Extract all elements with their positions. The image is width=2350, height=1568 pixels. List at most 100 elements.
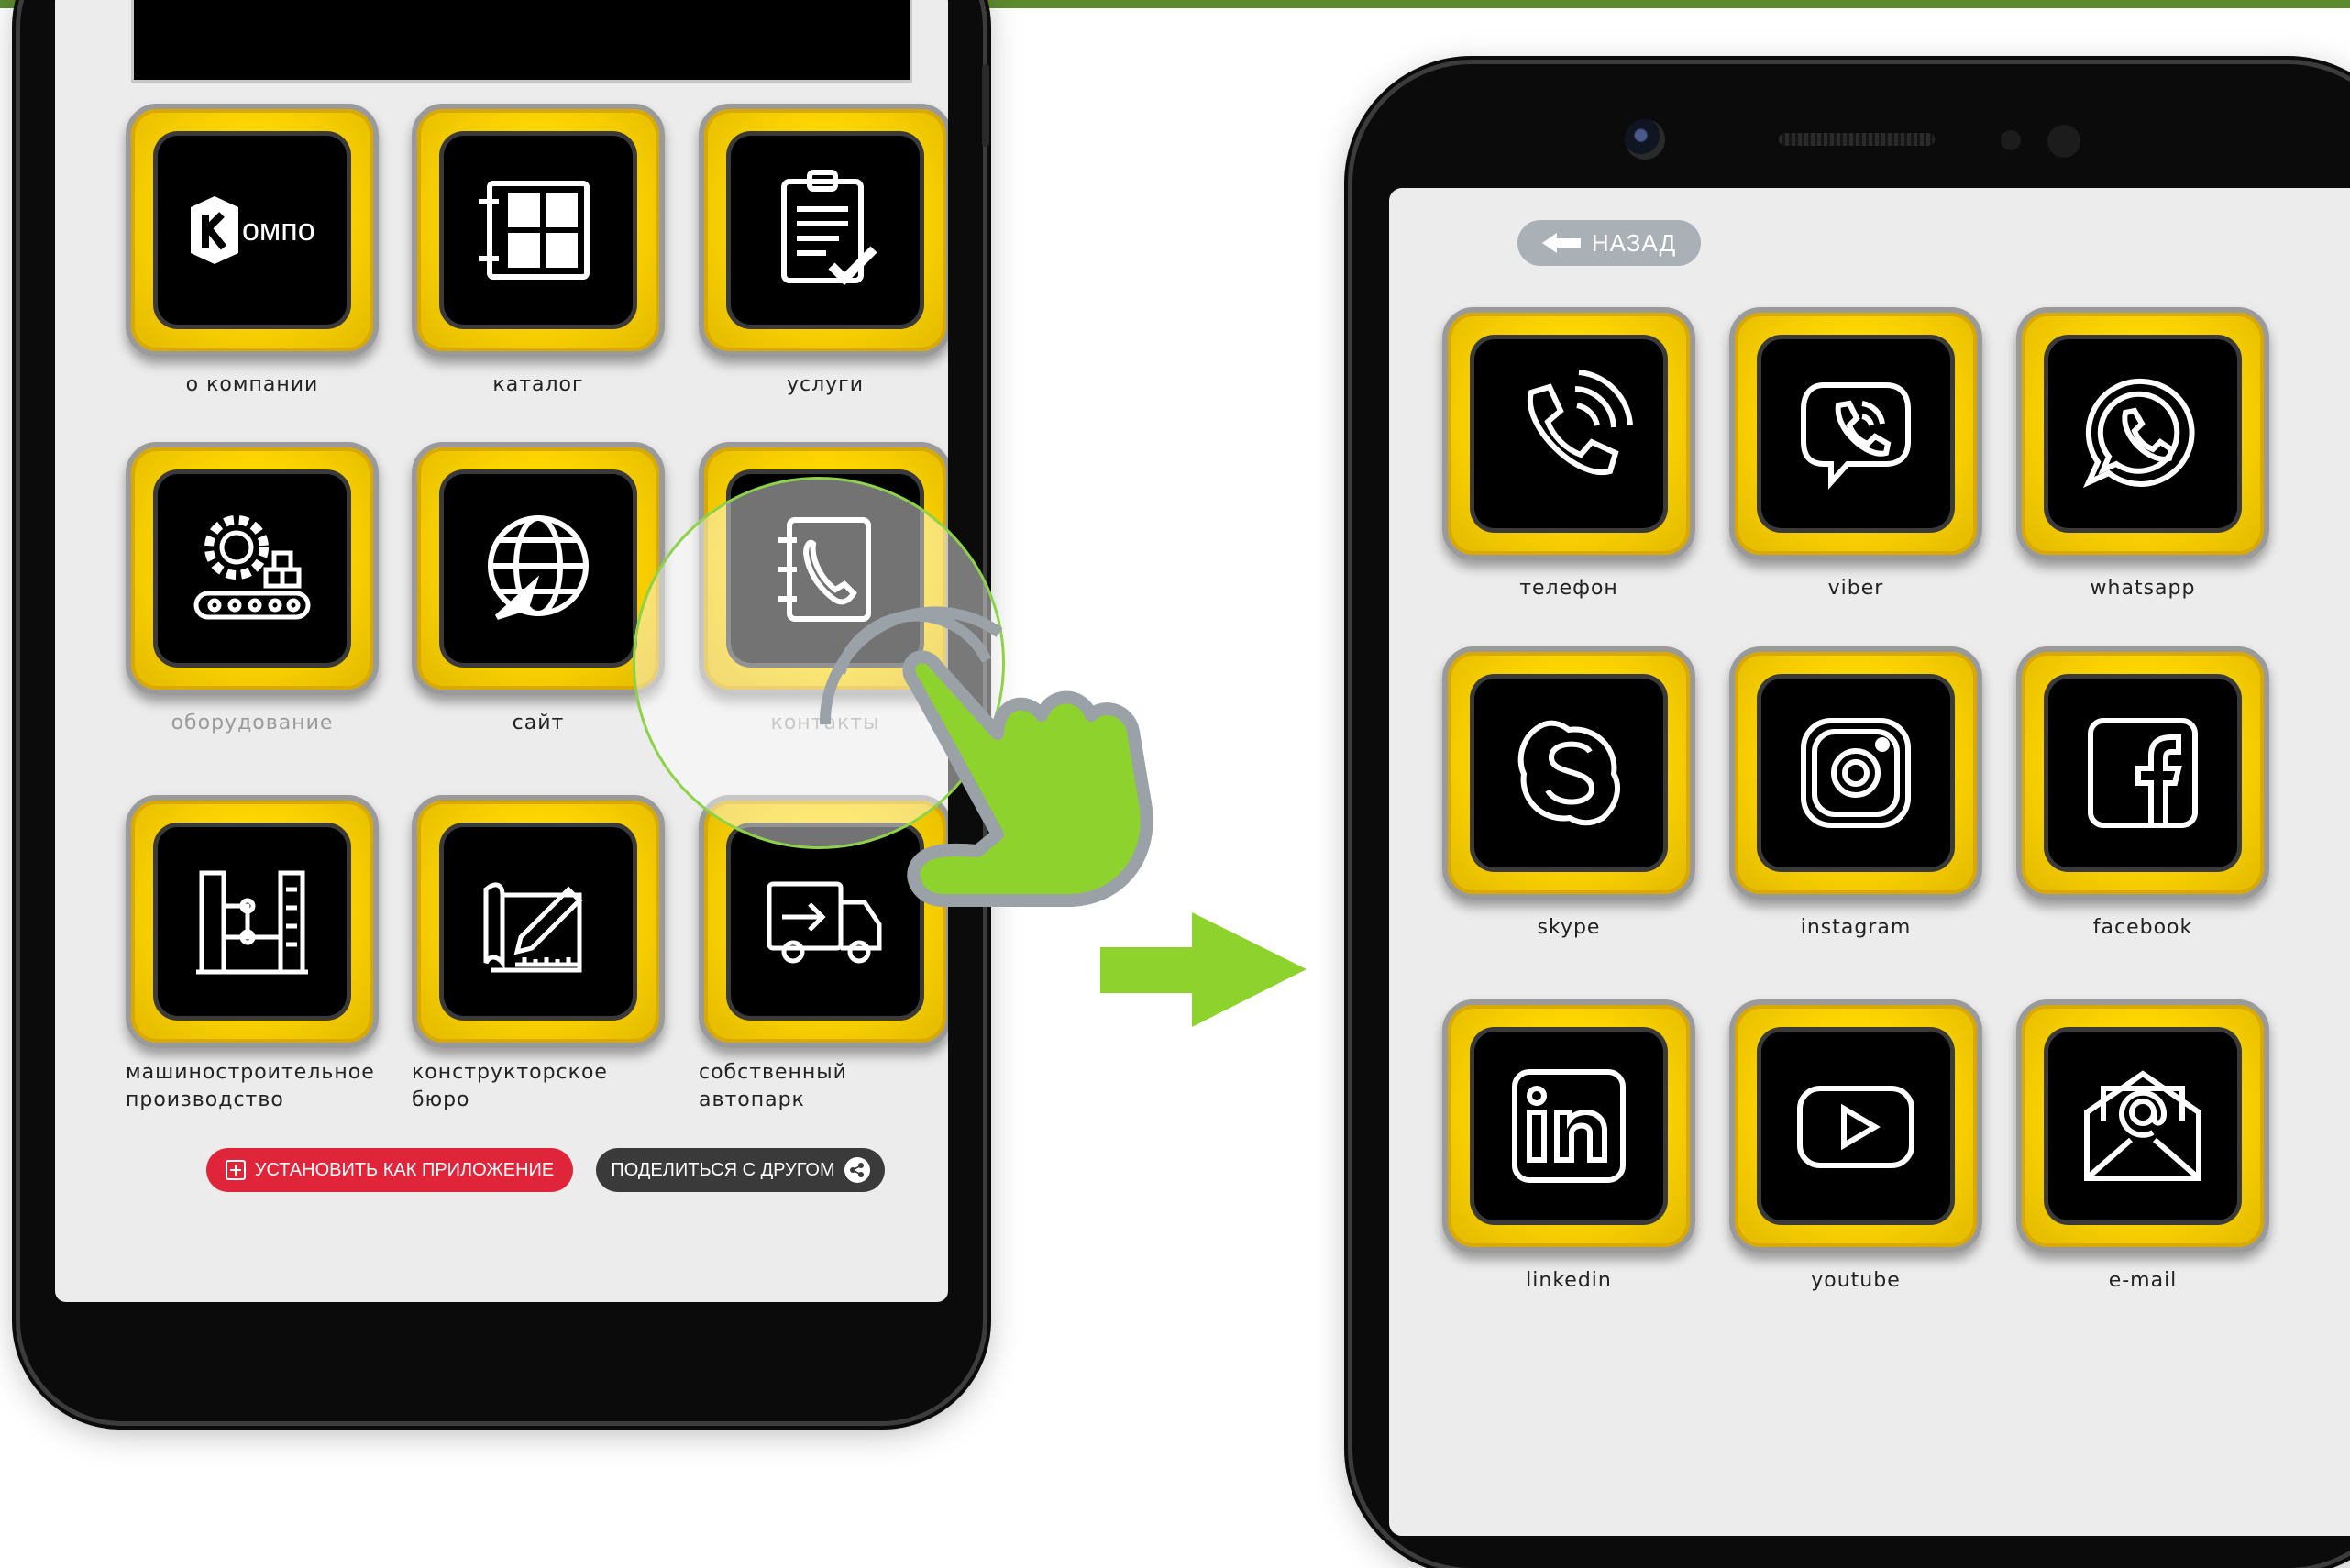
- tile-frame: [1442, 999, 1695, 1253]
- tile-inner: [1474, 679, 1663, 867]
- add-box-icon: [225, 1160, 246, 1180]
- tile-website[interactable]: сайт: [412, 442, 665, 734]
- tile-inner: [731, 827, 920, 1016]
- tile-inner: [158, 474, 347, 663]
- tile-inner: [1761, 339, 1950, 528]
- tile-linkedin[interactable]: linkedin: [1442, 999, 1695, 1292]
- contacts-book-icon: [778, 517, 871, 622]
- skype-icon: [1517, 720, 1620, 826]
- install-app-button[interactable]: УСТАНОВИТЬ КАК ПРИЛОЖЕНИЕ: [206, 1148, 573, 1192]
- tile-inner: омпо: [158, 136, 347, 325]
- left-phone: омпо о компании каталог услуги оборудова…: [20, 0, 989, 1421]
- email-icon: [2084, 1070, 2201, 1181]
- tile-services[interactable]: услуги: [699, 104, 948, 396]
- tile-frame: [1442, 307, 1695, 560]
- tile-frame: [699, 795, 948, 1048]
- tile-about-company[interactable]: омпо о компании: [126, 104, 379, 396]
- globe-icon: [488, 515, 589, 620]
- tile-design-bureau[interactable]: конструкторское бюро: [412, 795, 665, 1114]
- tile-label: услуги: [786, 373, 865, 396]
- contacts-screen: НАЗАД телефон viber whatsapp skype insta…: [1389, 188, 2350, 1536]
- tile-inner: [1474, 1032, 1663, 1220]
- share-with-friend-button[interactable]: ПОДЕЛИТЬСЯ С ДРУГОМ: [596, 1148, 885, 1192]
- tile-frame: [412, 104, 665, 357]
- tile-label: facebook: [2092, 916, 2193, 939]
- tile-label: оборудование: [171, 712, 334, 734]
- company-logo-icon: омпо: [191, 196, 315, 264]
- catalog-grid-icon: [479, 181, 590, 280]
- tile-label: машиностроительное производство: [126, 1061, 375, 1111]
- facebook-icon: [2088, 718, 2198, 828]
- drafting-pencil-icon: [483, 882, 583, 973]
- tile-youtube[interactable]: youtube: [1729, 999, 1982, 1292]
- delivery-truck-icon: [767, 881, 882, 964]
- back-arrow-icon: [1541, 233, 1581, 253]
- earpiece-speaker: [1779, 133, 1935, 146]
- tile-frame: омпо: [126, 104, 379, 357]
- linkedin-icon: [1512, 1069, 1626, 1183]
- tile-frame: [412, 795, 665, 1048]
- tile-machine-building[interactable]: машиностроительное производство: [126, 795, 379, 1114]
- instagram-icon: [1801, 718, 1911, 828]
- tile-frame: [1729, 307, 1982, 560]
- tile-inner: [158, 827, 347, 1016]
- tile-frame: [699, 104, 948, 357]
- tile-inner: [444, 827, 633, 1016]
- tile-email[interactable]: e-mail: [2016, 999, 2269, 1292]
- tile-own-fleet[interactable]: собственный автопарк: [699, 795, 948, 1114]
- tile-equipment[interactable]: оборудование: [126, 442, 379, 734]
- tile-frame: [1442, 646, 1695, 900]
- tile-inner: [731, 474, 920, 663]
- tile-label: skype: [1537, 916, 1601, 939]
- tile-label: конструкторское бюро: [412, 1061, 608, 1111]
- right-phone: НАЗАД телефон viber whatsapp skype insta…: [1352, 64, 2350, 1568]
- tile-label: сайт: [512, 712, 565, 734]
- tile-label: instagram: [1800, 916, 1912, 939]
- tile-label: linkedin: [1526, 1269, 1612, 1292]
- back-button[interactable]: НАЗАД: [1517, 220, 1701, 266]
- tile-frame: [699, 442, 948, 695]
- main-menu-screen: омпо о компании каталог услуги оборудова…: [55, 0, 948, 1302]
- factory-machine-icon: [196, 870, 308, 975]
- proximity-sensor: [2001, 130, 2021, 150]
- youtube-icon: [1797, 1086, 1914, 1168]
- tile-inner: [2048, 1032, 2237, 1220]
- tile-frame: [412, 442, 665, 695]
- tile-skype[interactable]: skype: [1442, 646, 1695, 939]
- tile-label: контакты: [770, 712, 880, 734]
- whatsapp-icon: [2082, 378, 2195, 489]
- tile-viber[interactable]: viber: [1729, 307, 1982, 600]
- tile-inner: [1474, 339, 1663, 528]
- tile-whatsapp[interactable]: whatsapp: [2016, 307, 2269, 600]
- tile-label: youtube: [1811, 1269, 1901, 1292]
- tile-frame: [2016, 999, 2269, 1253]
- volume-button: [982, 64, 989, 147]
- tile-frame: [126, 795, 379, 1048]
- tile-inner: [1761, 679, 1950, 867]
- header-banner: [131, 0, 912, 83]
- tile-instagram[interactable]: instagram: [1729, 646, 1982, 939]
- tile-contacts[interactable]: контакты: [699, 442, 948, 734]
- tile-phone[interactable]: телефон: [1442, 307, 1695, 600]
- clipboard-check-icon: [781, 170, 877, 286]
- tile-label: whatsapp: [2090, 577, 2196, 600]
- tile-facebook[interactable]: facebook: [2016, 646, 2269, 939]
- tile-label: собственный автопарк: [699, 1061, 847, 1111]
- front-camera-icon: [1625, 119, 1665, 160]
- tile-frame: [2016, 646, 2269, 900]
- gear-conveyor-icon: [193, 515, 311, 620]
- tile-inner: [444, 136, 633, 325]
- tile-label: телефон: [1519, 577, 1618, 600]
- viber-icon: [1801, 382, 1911, 490]
- tile-inner: [2048, 679, 2237, 867]
- tile-frame: [1729, 999, 1982, 1253]
- tile-label: e-mail: [2108, 1269, 2178, 1292]
- arrow-right-icon: [1100, 912, 1307, 1027]
- tile-label: о компании: [185, 373, 319, 396]
- tile-catalog[interactable]: каталог: [412, 104, 665, 396]
- back-label: НАЗАД: [1591, 228, 1677, 257]
- tile-inner: [444, 474, 633, 663]
- tile-label: каталог: [492, 373, 584, 396]
- tile-frame: [126, 442, 379, 695]
- tile-frame: [1729, 646, 1982, 900]
